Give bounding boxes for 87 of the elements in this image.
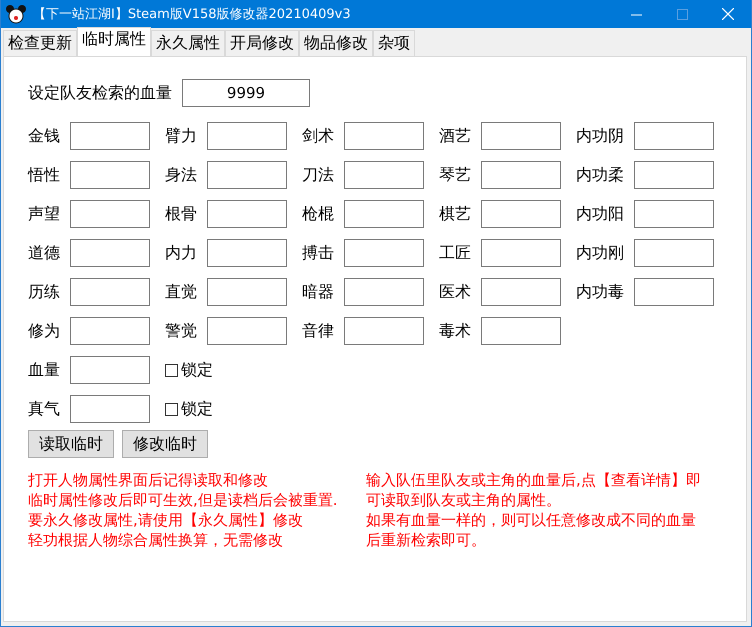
close-icon[interactable]: [722, 8, 734, 20]
field-label: 身法: [165, 164, 198, 186]
checkbox-label[interactable]: 锁定: [181, 398, 213, 420]
field-label: 内功毒: [576, 282, 625, 302]
tab[interactable]: 杂项: [373, 30, 415, 56]
input-field[interactable]: [70, 395, 150, 423]
input-field[interactable]: [634, 200, 714, 228]
field-label: 修为: [28, 320, 61, 342]
field-label: 毒术: [439, 320, 472, 342]
input-field[interactable]: [70, 239, 150, 267]
field-label: 金钱: [28, 126, 61, 146]
input-field[interactable]: [207, 278, 287, 306]
note-text: 要永久修改属性,请使用【永久属性】修改: [28, 510, 304, 530]
field-label: 棋艺: [439, 204, 472, 224]
input-field[interactable]: [70, 317, 150, 345]
input-field[interactable]: [207, 161, 287, 189]
field-label: 医术: [439, 282, 472, 302]
input-field[interactable]: [344, 200, 424, 228]
input-field[interactable]: [344, 278, 424, 306]
field-label: 设定队友检索的血量: [28, 82, 172, 104]
note-text: 打开人物属性界面后记得读取和修改: [28, 470, 269, 490]
input-field[interactable]: [70, 122, 150, 150]
field-label: 直觉: [165, 282, 198, 302]
field-label: 音律: [302, 320, 335, 342]
input-field[interactable]: [344, 239, 424, 267]
input-field[interactable]: [481, 239, 561, 267]
field-label: 声望: [28, 204, 61, 224]
tab[interactable]: 永久属性: [151, 30, 225, 56]
field-label: 内功柔: [576, 164, 625, 186]
field-label: 刀法: [302, 164, 335, 186]
field-label: 枪棍: [302, 204, 335, 224]
input-field[interactable]: [481, 200, 561, 228]
field-label: 根骨: [165, 204, 198, 224]
field-label: 内功阳: [576, 204, 625, 224]
tab[interactable]: 开局修改: [225, 30, 299, 56]
tab[interactable]: 物品修改: [299, 30, 373, 56]
checkbox[interactable]: [165, 364, 178, 376]
field-label: 历练: [28, 282, 61, 302]
input-field[interactable]: [634, 122, 714, 150]
input-field[interactable]: [207, 317, 287, 345]
tab[interactable]: 检查更新: [3, 30, 77, 56]
field-label: 搏击: [302, 242, 335, 264]
tab[interactable]: 临时属性: [77, 27, 151, 56]
input-field[interactable]: [207, 200, 287, 228]
field-label: 酒艺: [439, 126, 472, 146]
action-button[interactable]: 修改临时: [122, 430, 208, 458]
field-label: 剑术: [302, 126, 335, 146]
input-field[interactable]: [634, 239, 714, 267]
note-text: 后重新检索即可。: [366, 530, 487, 550]
note-text: 如果有血量一样的，则可以任意修改成不同的血量: [366, 510, 697, 530]
field-label: 道德: [28, 242, 61, 264]
input-field[interactable]: [481, 161, 561, 189]
input-field[interactable]: [634, 278, 714, 306]
input-field[interactable]: [70, 161, 150, 189]
input-field[interactable]: [207, 239, 287, 267]
input-field[interactable]: [70, 200, 150, 228]
field-label: 警觉: [165, 320, 198, 342]
action-button[interactable]: 读取临时: [28, 430, 114, 458]
field-label: 暗器: [302, 282, 335, 302]
input-field[interactable]: [207, 122, 287, 150]
input-field[interactable]: [70, 278, 150, 306]
window-title: 【下一站江湖I】Steam版V158版修改器20210409v3: [33, 6, 352, 23]
field-label: 内功阴: [576, 126, 625, 146]
note-text: 可读取到队友或主角的属性。: [366, 490, 562, 510]
input-field[interactable]: [481, 278, 561, 306]
input-field[interactable]: [70, 356, 150, 384]
input-field[interactable]: [481, 317, 561, 345]
field-label: 臂力: [165, 126, 198, 146]
checkbox-label[interactable]: 锁定: [181, 360, 213, 380]
input-field[interactable]: [481, 122, 561, 150]
field-label: 悟性: [28, 164, 61, 186]
checkbox[interactable]: [165, 402, 178, 416]
input-field[interactable]: [344, 122, 424, 150]
field-label: 内力: [165, 242, 198, 264]
input-field[interactable]: 9999: [182, 79, 310, 107]
input-field[interactable]: [634, 161, 714, 189]
field-label: 琴艺: [439, 164, 472, 186]
note-text: 输入队伍里队友或主角的血量后,点【查看详情】即: [366, 470, 702, 490]
field-label: 血量: [28, 360, 61, 380]
input-field[interactable]: [344, 317, 424, 345]
app-icon: [5, 4, 27, 24]
note-text: 轻功根据人物综合属性换算，无需修改: [28, 530, 284, 550]
input-field[interactable]: [344, 161, 424, 189]
field-label: 真气: [28, 398, 61, 420]
field-label: 工匠: [439, 242, 472, 264]
note-text: 临时属性修改后即可生效,但是读档后会被重置.: [28, 490, 339, 510]
field-label: 内功刚: [576, 242, 625, 264]
